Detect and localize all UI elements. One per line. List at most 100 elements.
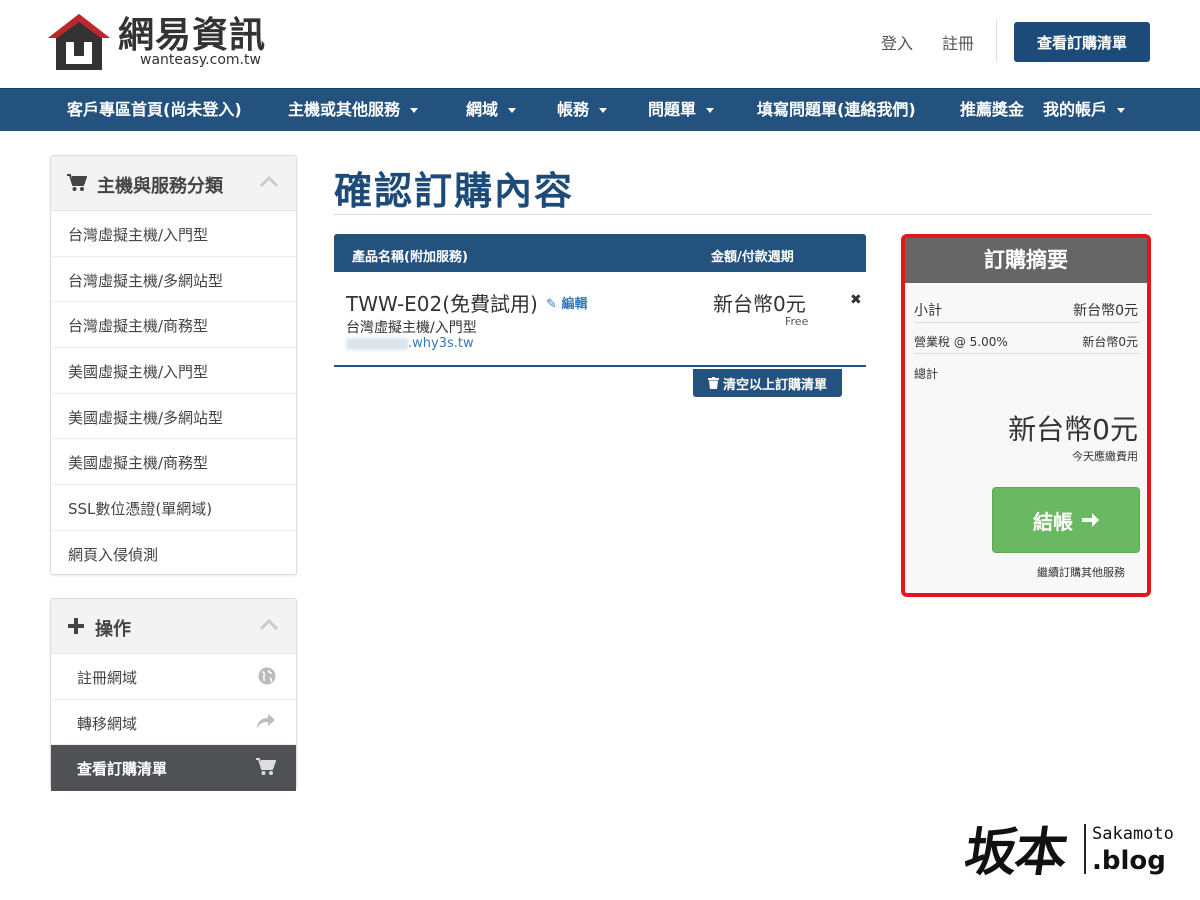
total-label: 總計	[914, 367, 939, 381]
edit-link[interactable]: ✎ 編輯	[546, 293, 587, 312]
actions-panel-header[interactable]: 操作	[51, 599, 296, 654]
action-view-cart[interactable]: 查看訂購清單	[51, 745, 296, 791]
actions-title: 操作	[95, 619, 131, 640]
watermark-blog: .blog	[1092, 846, 1166, 876]
tax-label: 營業稅 @ 5.00%	[914, 335, 1008, 349]
checkout-label: 結帳	[1033, 509, 1073, 534]
edit-label: 編輯	[561, 297, 588, 312]
category-item[interactable]: 網頁入侵偵測	[51, 531, 296, 577]
continue-shopping-link[interactable]: 繼續訂購其他服務	[1037, 564, 1125, 580]
category-item[interactable]: 美國虛擬主機/多網站型	[51, 394, 296, 440]
categories-title: 主機與服務分類	[97, 176, 223, 197]
checkout-button[interactable]: 結帳	[992, 487, 1140, 553]
action-label: 轉移網域	[77, 714, 138, 733]
summary-divider	[914, 322, 1140, 323]
watermark-divider	[1084, 824, 1086, 874]
categories-panel: 主機與服務分類 台灣虛擬主機/入門型 台灣虛擬主機/多網站型 台灣虛擬主機/商務…	[50, 155, 297, 575]
nav-domains[interactable]: 網域	[466, 89, 517, 131]
tax-value: 新台幣0元	[1082, 335, 1138, 349]
category-label: 美國虛擬主機/商務型	[68, 454, 209, 473]
nav-label: 主機或其他服務	[288, 100, 401, 119]
category-label: 網頁入侵偵測	[68, 545, 159, 564]
nav-tickets[interactable]: 問題單	[648, 89, 715, 131]
page-title: 確認訂購內容	[334, 169, 575, 213]
subtotal-label: 小計	[914, 303, 942, 319]
site-header: 網易資訊 wanteasy.com.tw 登入 註冊 查看訂購清單	[0, 0, 1200, 88]
summary-title: 訂購摘要	[905, 238, 1147, 283]
share-arrow-icon	[257, 713, 275, 729]
category-item[interactable]: 美國虛擬主機/入門型	[51, 348, 296, 394]
cart-icon	[256, 758, 276, 775]
category-item[interactable]: 台灣虛擬主機/入門型	[51, 211, 296, 257]
category-label: SSL數位憑證(單網域)	[68, 500, 213, 519]
site-logo[interactable]: 網易資訊 wanteasy.com.tw	[48, 12, 288, 74]
category-label: 台灣虛擬主機/入門型	[68, 226, 209, 244]
categories-panel-header[interactable]: 主機與服務分類	[51, 156, 296, 211]
register-link[interactable]: 註冊	[942, 30, 974, 54]
action-transfer-domain[interactable]: 轉移網域	[51, 700, 296, 745]
action-register-domain[interactable]: 註冊網域	[51, 654, 296, 700]
chevron-up-icon[interactable]	[260, 176, 278, 188]
nav-label: 網域	[466, 100, 499, 119]
subtotal-value: 新台幣0元	[1073, 303, 1138, 319]
col-price-header: 金額/付款週期	[711, 250, 794, 265]
view-cart-button[interactable]: 查看訂購清單	[1014, 22, 1150, 62]
globe-icon	[258, 667, 276, 685]
empty-cart-button[interactable]: 清空以上訂購清單	[693, 369, 842, 397]
nav-billing[interactable]: 帳務	[557, 89, 608, 131]
nav-label: 填寫問題單(連絡我們)	[757, 100, 916, 119]
caret-down-icon	[599, 108, 608, 113]
category-item[interactable]: 台灣虛擬主機/商務型	[51, 302, 296, 349]
category-label: 美國虛擬主機/多網站型	[68, 408, 224, 427]
cart-table-header: 產品名稱(附加服務) 金額/付款週期	[334, 234, 866, 272]
header-divider	[996, 20, 997, 62]
redacted-block	[346, 337, 408, 350]
product-name: TWW-E02(免費試用)	[346, 292, 538, 316]
nav-label: 我的帳戶	[1043, 100, 1108, 119]
house-logo-icon	[48, 14, 110, 70]
actions-panel: 操作 註冊網域 轉移網域 查看訂購清單	[50, 598, 297, 791]
chevron-up-icon[interactable]	[260, 619, 278, 631]
category-label: 台灣虛擬主機/多網站型	[68, 271, 224, 290]
remove-item-icon[interactable]: ✖	[850, 292, 862, 308]
cart-icon	[67, 174, 87, 191]
logo-title: 網易資訊	[118, 15, 267, 56]
billing-cycle: Free	[785, 315, 809, 328]
watermark-name: Sakamoto	[1092, 824, 1174, 844]
product-group: 台灣虛擬主機/入門型	[346, 320, 477, 336]
plus-icon	[68, 618, 84, 634]
action-label: 查看訂購清單	[77, 760, 168, 778]
caret-down-icon	[410, 108, 419, 113]
empty-cart-label: 清空以上訂購清單	[722, 377, 827, 393]
caret-down-icon	[508, 108, 517, 113]
category-item[interactable]: 美國虛擬主機/商務型	[51, 439, 296, 486]
summary-divider	[914, 353, 1140, 354]
nav-affiliates[interactable]: 推薦獎金	[960, 89, 1024, 131]
category-item[interactable]: SSL數位憑證(單網域)	[51, 485, 296, 531]
total-value: 新台幣0元	[1008, 413, 1138, 446]
nav-client-home[interactable]: 客戶專區首頁(尚未登入)	[67, 89, 242, 131]
nav-label: 問題單	[648, 100, 697, 119]
nav-label: 帳務	[557, 100, 590, 119]
nav-label: 推薦獎金	[960, 100, 1025, 119]
watermark-logo: 坂本 Sakamoto .blog	[961, 810, 1191, 890]
caret-down-icon	[706, 108, 715, 113]
cart-item-row: TWW-E02(免費試用) ✎ 編輯 台灣虛擬主機/入門型 .why3s.tw …	[334, 272, 866, 367]
action-label: 註冊網域	[77, 669, 138, 687]
arrow-right-icon	[1082, 513, 1099, 527]
logo-subtitle: wanteasy.com.tw	[140, 52, 261, 68]
category-label: 台灣虛擬主機/商務型	[68, 317, 209, 336]
trash-icon	[707, 377, 719, 389]
pencil-icon: ✎	[546, 297, 557, 312]
category-item[interactable]: 台灣虛擬主機/多網站型	[51, 257, 296, 303]
watermark-kanji: 坂本	[961, 822, 1070, 883]
login-link[interactable]: 登入	[881, 30, 913, 54]
product-domain: .why3s.tw	[346, 336, 474, 351]
domain-suffix: .why3s.tw	[408, 336, 474, 351]
nav-services[interactable]: 主機或其他服務	[288, 89, 419, 131]
title-divider	[334, 214, 1151, 215]
nav-open-ticket[interactable]: 填寫問題單(連絡我們)	[757, 89, 916, 131]
caret-down-icon	[1117, 108, 1126, 113]
nav-my-account[interactable]: 我的帳戶	[1043, 89, 1126, 131]
col-product-header: 產品名稱(附加服務)	[352, 250, 468, 265]
